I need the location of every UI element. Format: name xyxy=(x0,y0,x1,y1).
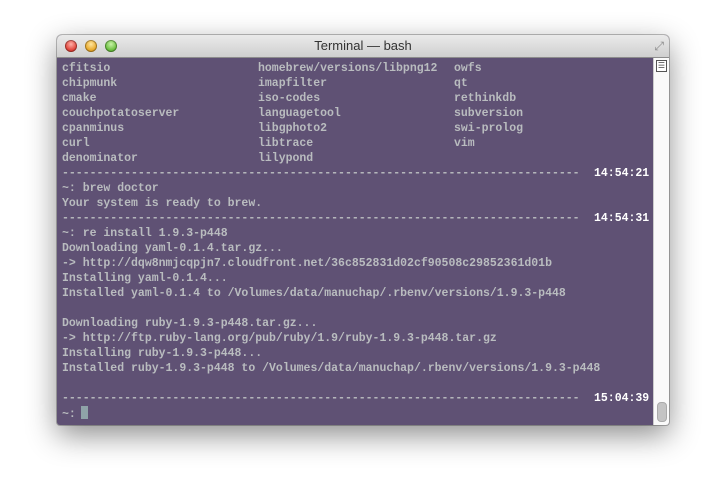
line-text: Installing yaml-0.1.4... xyxy=(62,272,228,285)
listing-row: cmake iso-codes rethinkdb xyxy=(62,91,652,106)
listing-row: denominator lilypond xyxy=(62,151,652,166)
line-text: Your system is ready to brew. xyxy=(62,197,263,210)
separator-line: ----------------------------------------… xyxy=(62,211,652,226)
formula-name: chipmunk xyxy=(62,77,118,90)
line-text: ~: re install 1.9.3-p448 xyxy=(62,227,228,240)
formula-name: homebrew/versions/libpng12 xyxy=(258,62,438,75)
timestamp: 15:04:39 xyxy=(594,392,650,405)
line-text: Installed ruby-1.9.3-p448 to /Volumes/da… xyxy=(62,362,601,375)
separator: ----------------------------------------… xyxy=(62,167,580,180)
window-title: Terminal — bash xyxy=(314,38,412,53)
formula-name: qt xyxy=(454,77,468,90)
output-line: Installed yaml-0.1.4 to /Volumes/data/ma… xyxy=(62,286,652,301)
formula-name: cfitsio xyxy=(62,62,111,75)
terminal-window: Terminal — bash ⤢ cfitsio homebrew/versio… xyxy=(57,35,669,425)
line-text: -> http://dqw8nmjcqpjn7.cloudfront.net/3… xyxy=(62,257,552,270)
formula-name: owfs xyxy=(454,62,482,75)
output-line: Installing ruby-1.9.3-p448... xyxy=(62,346,652,361)
scrollbar[interactable]: ☰ xyxy=(653,58,669,425)
listing-row: couchpotatoserver languagetool subversion xyxy=(62,106,652,121)
timestamp: 14:54:31 xyxy=(594,212,650,225)
formula-name: swi-prolog xyxy=(454,122,524,135)
formula-name: iso-codes xyxy=(258,92,321,105)
listing-row: chipmunk imapfilter qt xyxy=(62,76,652,91)
separator-line: ----------------------------------------… xyxy=(62,391,652,406)
output-line: Downloading yaml-0.1.4.tar.gz... xyxy=(62,241,652,256)
separator-line: ----------------------------------------… xyxy=(62,166,652,181)
split-pane-icon[interactable]: ☰ xyxy=(656,60,667,72)
formula-name: rethinkdb xyxy=(454,92,517,105)
formula-name: curl xyxy=(62,137,90,150)
formula-name: cpanminus xyxy=(62,122,125,135)
output-line: Your system is ready to brew. xyxy=(62,196,652,211)
formula-name: libtrace xyxy=(258,137,314,150)
listing-row: cpanminus libgphoto2 swi-prolog xyxy=(62,121,652,136)
terminal-output[interactable]: cfitsio homebrew/versions/libpng12 owfs chi… xyxy=(57,58,654,425)
terminal-lines: cfitsio homebrew/versions/libpng12 owfs chi… xyxy=(62,61,652,421)
formula-name: denominator xyxy=(62,152,138,165)
formula-name: vim xyxy=(454,137,475,150)
formula-name: libgphoto2 xyxy=(258,122,328,135)
formula-name: languagetool xyxy=(258,107,341,120)
scrollbar-thumb[interactable] xyxy=(657,402,667,422)
cursor xyxy=(80,406,88,419)
listing-row: curl libtrace vim xyxy=(62,136,652,151)
output-line: -> http://ftp.ruby-lang.org/pub/ruby/1.9… xyxy=(62,331,652,346)
formula-name: subversion xyxy=(454,107,524,120)
formula-name: cmake xyxy=(62,92,97,105)
formula-name: couchpotatoserver xyxy=(62,107,180,120)
prompt-line: ~: xyxy=(62,406,652,421)
fullscreen-icon[interactable]: ⤢ xyxy=(654,39,664,54)
separator: ----------------------------------------… xyxy=(62,392,580,405)
output-line: Installed ruby-1.9.3-p448 to /Volumes/da… xyxy=(62,361,652,376)
line-text: Downloading yaml-0.1.4.tar.gz... xyxy=(62,242,283,255)
output-line: -> http://dqw8nmjcqpjn7.cloudfront.net/3… xyxy=(62,256,652,271)
title-bar[interactable]: Terminal — bash ⤢ xyxy=(57,35,669,58)
line-text: Installing ruby-1.9.3-p448... xyxy=(62,347,263,360)
prompt: ~: xyxy=(62,408,76,421)
formula-name: imapfilter xyxy=(258,77,328,90)
line-text: -> http://ftp.ruby-lang.org/pub/ruby/1.9… xyxy=(62,332,497,345)
timestamp: 14:54:21 xyxy=(594,167,650,180)
separator: ----------------------------------------… xyxy=(62,212,580,225)
listing-row: cfitsio homebrew/versions/libpng12 owfs xyxy=(62,61,652,76)
line-text: Downloading ruby-1.9.3-p448.tar.gz... xyxy=(62,317,318,330)
line-text: Installed yaml-0.1.4 to /Volumes/data/ma… xyxy=(62,287,566,300)
formula-name: lilypond xyxy=(258,152,314,165)
line-text: ~: brew doctor xyxy=(62,182,159,195)
output-line: Downloading ruby-1.9.3-p448.tar.gz... xyxy=(62,316,652,331)
output-line: Installing yaml-0.1.4... xyxy=(62,271,652,286)
output-line: ~: re install 1.9.3-p448 xyxy=(62,226,652,241)
output-line: ~: brew doctor xyxy=(62,181,652,196)
